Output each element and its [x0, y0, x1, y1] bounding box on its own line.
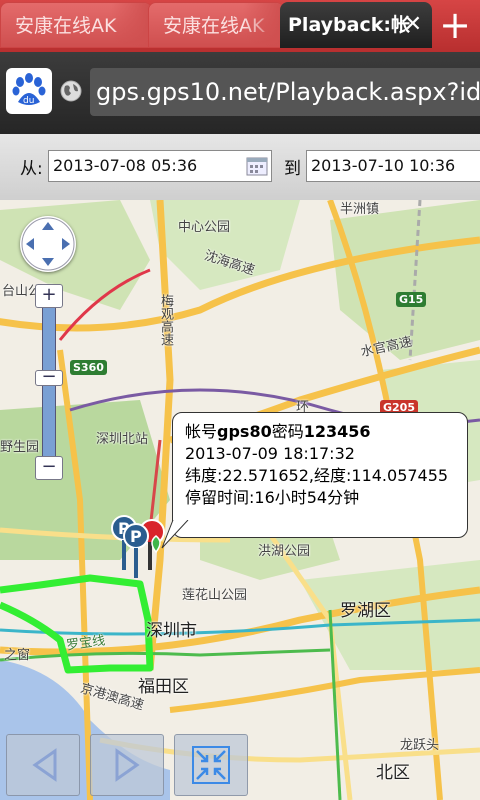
- prev-button[interactable]: [6, 734, 80, 796]
- location-info-popup: 帐号gps80密码123456 2013-07-09 18:17:32 纬度:2…: [172, 412, 468, 538]
- map-label: 半洲镇: [340, 202, 380, 217]
- popup-coordinates: 纬度:22.571652,经度:114.057455: [185, 466, 449, 485]
- svg-text:P: P: [130, 527, 142, 546]
- map-label: 洪湖公园: [258, 544, 311, 559]
- globe-icon: [60, 80, 82, 102]
- zoom-in-button[interactable]: +: [35, 284, 63, 308]
- play-forward-icon: [115, 748, 140, 782]
- map-label: 莲花山公园: [182, 588, 248, 603]
- road-shield: S360: [70, 360, 107, 375]
- tab-label: Playback:帐: [288, 14, 410, 36]
- map-label: 之窗: [4, 648, 31, 663]
- map-label: 北区: [376, 763, 410, 783]
- tab-ankang-1[interactable]: 安康在线AK: [0, 2, 152, 48]
- date-range-bar: 从: 2013-07-08 05:36 到 2013-07-10 10:36: [0, 134, 480, 201]
- popup-timestamp: 2013-07-09 18:17:32: [185, 444, 355, 463]
- account-label: 帐号: [185, 422, 218, 441]
- calendar-icon[interactable]: [246, 156, 268, 176]
- map-label: 深圳北站: [96, 432, 149, 447]
- map-label: 福田区: [138, 677, 189, 697]
- map-label: 梅观高速: [158, 294, 173, 346]
- play-back-icon: [32, 748, 57, 782]
- road-shield: G15: [396, 292, 427, 307]
- fullscreen-button[interactable]: [174, 734, 248, 796]
- collapse-arrows-icon: [192, 746, 230, 784]
- password-value: 123456: [303, 422, 371, 441]
- address-bar: du gps.gps10.net/Playback.aspx?id: [0, 52, 480, 134]
- to-label: 到: [284, 159, 301, 179]
- popup-account-line: 帐号gps80密码123456: [185, 421, 467, 443]
- map-label: 深圳市: [146, 621, 197, 641]
- map-pan-control[interactable]: [20, 216, 76, 272]
- plus-icon[interactable]: +: [430, 0, 480, 52]
- popup-stay-duration: 停留时间:16小时54分钟: [185, 488, 360, 507]
- baidu-logo-icon[interactable]: du: [6, 68, 52, 114]
- tab-label: 安康在线AK: [15, 15, 117, 37]
- popup-tail: [161, 520, 189, 549]
- map-label: 野生园: [0, 440, 40, 455]
- tab-ankang-2[interactable]: 安康在线AK: [148, 2, 284, 48]
- map-label: 中心公园: [178, 220, 231, 235]
- url-field[interactable]: gps.gps10.net/Playback.aspx?id: [90, 68, 480, 116]
- zoom-out-button[interactable]: −: [35, 456, 63, 480]
- from-label: 从:: [20, 159, 43, 179]
- zoom-slider-handle[interactable]: −: [35, 368, 63, 386]
- account-value: gps80: [217, 422, 272, 441]
- tab-strip: 安康在线AK 安康在线AK Playback:帐 ✕ +: [0, 0, 480, 52]
- next-button[interactable]: [90, 734, 164, 796]
- to-date-input[interactable]: 2013-07-10 10:36: [306, 150, 480, 182]
- map-label: 罗湖区: [340, 601, 391, 621]
- from-date-input[interactable]: 2013-07-08 05:36: [48, 150, 272, 182]
- map-label: 龙跃头: [400, 738, 440, 753]
- tab-playback[interactable]: Playback:帐 ✕: [280, 2, 432, 48]
- password-label: 密码: [271, 422, 304, 441]
- svg-text:du: du: [23, 96, 34, 106]
- close-icon[interactable]: ✕: [404, 2, 422, 48]
